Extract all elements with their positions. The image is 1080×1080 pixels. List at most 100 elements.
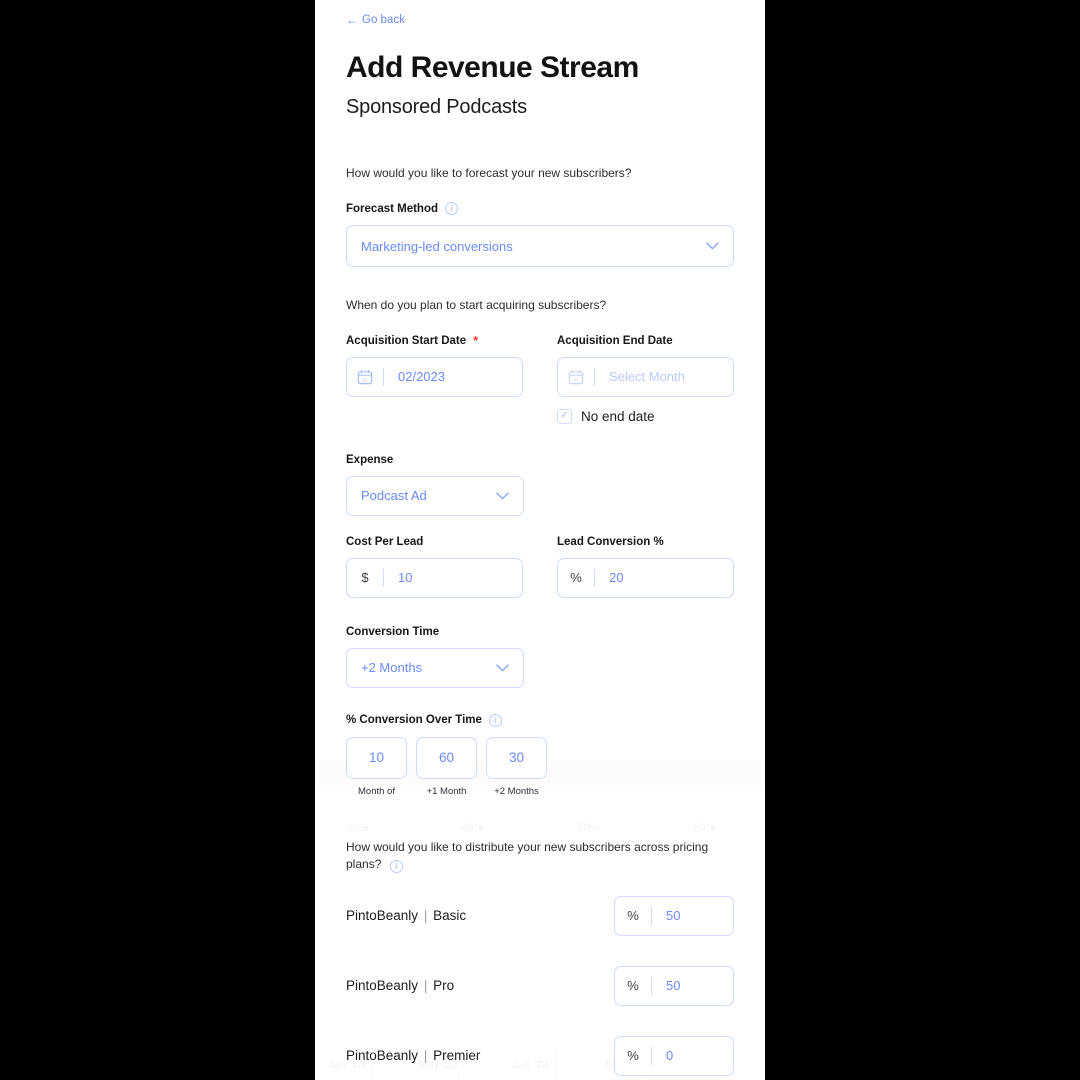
conversion-bucket: 60 +1 Month — [416, 736, 477, 797]
plan-separator: | — [423, 1048, 428, 1064]
expense-select[interactable]: Podcast Ad — [346, 475, 524, 516]
info-icon[interactable]: i — [445, 202, 459, 216]
percent-prefix: % — [570, 570, 582, 586]
conversion-over-time-label: % Conversion Over Time i — [346, 713, 734, 727]
conversion-time-label: Conversion Time — [346, 626, 734, 638]
acquisition-start-input[interactable]: 31 02/2023 — [346, 356, 523, 397]
acquisition-start-label: Acquisition Start Date * — [346, 332, 523, 348]
lead-conversion-label-text: Lead Conversion % — [557, 535, 664, 548]
plan-separator: | — [423, 978, 428, 994]
no-end-date-checkbox[interactable]: ✓ — [557, 408, 572, 424]
conversion-bucket-value: 30 — [508, 750, 525, 766]
plan-tier: Basic — [433, 908, 467, 924]
forecast-method-label: Forecast Method i — [346, 202, 734, 216]
lead-conversion-label: Lead Conversion % — [557, 536, 734, 548]
info-icon[interactable]: i — [389, 860, 403, 874]
conversion-bucket: 10 Month of — [346, 736, 407, 797]
page-subtitle: Sponsored Podcasts — [346, 96, 527, 118]
cost-conversion-row: Cost Per Lead $ 10 Lead Conversion % % 2… — [346, 536, 734, 598]
expense-label-text: Expense — [346, 453, 394, 466]
conversion-bucket-input[interactable]: 30 — [486, 736, 547, 779]
forecast-method-value: Marketing-led conversions — [361, 238, 513, 254]
calendar-icon: 31 — [558, 369, 594, 385]
plan-allocation-input[interactable]: % 50 — [614, 895, 734, 936]
plan-tier: Pro — [433, 978, 455, 994]
plan-tier: Premier — [433, 1048, 481, 1064]
cost-per-lead-label-text: Cost Per Lead — [346, 535, 424, 548]
acquisition-start-label-text: Acquisition Start Date — [346, 334, 467, 347]
expense-value: Podcast Ad — [361, 488, 427, 504]
expense-label: Expense — [346, 454, 734, 466]
acquisition-end-placeholder: Select Month — [609, 369, 685, 385]
acquisition-end-label: Acquisition End Date — [557, 335, 734, 347]
plan-allocation-input[interactable]: % 50 — [614, 965, 734, 1006]
conversion-bucket-caption: +2 Months — [494, 785, 539, 797]
svg-text:31: 31 — [362, 377, 368, 382]
plan-row: PintoBeanly | Basic % 50 — [346, 895, 734, 936]
acquisition-end-col: Acquisition End Date 31 Select Month ✓ N… — [557, 335, 734, 424]
page-title: Add Revenue Stream — [346, 51, 639, 84]
add-revenue-stream-modal: 30% 40% 50% 60% Apr '23 May '23 Jun '23 … — [315, 0, 765, 1080]
percent-prefix: % — [627, 1048, 639, 1064]
cost-per-lead-value: 10 — [398, 570, 413, 586]
plan-name: PintoBeanly | Premier — [346, 1048, 480, 1063]
cost-per-lead-col: Cost Per Lead $ 10 — [346, 536, 523, 598]
plan-allocation-input[interactable]: % 0 — [614, 1035, 734, 1076]
conversion-time-label-text: Conversion Time — [346, 625, 440, 638]
acquisition-end-label-text: Acquisition End Date — [557, 334, 673, 347]
plan-name: PintoBeanly | Basic — [346, 908, 466, 923]
no-end-date-label: No end date — [581, 408, 655, 424]
forecast-method-select[interactable]: Marketing-led conversions — [346, 225, 734, 268]
modal-content: ← Go back Add Revenue Stream Sponsored P… — [315, 0, 765, 1080]
conversion-bucket: 30 +2 Months — [486, 736, 547, 797]
required-asterisk: * — [473, 332, 479, 348]
lead-conversion-col: Lead Conversion % % 20 — [557, 536, 734, 598]
go-back-label: Go back — [362, 14, 405, 26]
acquisition-end-input[interactable]: 31 Select Month — [557, 356, 734, 397]
conversion-bucket-caption: Month of — [358, 785, 395, 797]
forecast-method-label-text: Forecast Method — [346, 202, 439, 215]
distribution-prompt: How would you like to distribute your ne… — [346, 839, 734, 874]
conversion-bucket-value: 10 — [368, 750, 385, 766]
plan-allocation-value: 50 — [666, 978, 681, 994]
plan-brand: PintoBeanly — [346, 908, 419, 924]
plan-separator: | — [423, 908, 428, 924]
currency-prefix: $ — [361, 570, 369, 586]
arrow-left-icon: ← — [346, 13, 358, 27]
cost-per-lead-input[interactable]: $ 10 — [346, 557, 523, 598]
no-end-date-checkbox-row[interactable]: ✓ No end date — [557, 408, 734, 424]
screen: 30% 40% 50% 60% Apr '23 May '23 Jun '23 … — [0, 0, 1080, 1080]
cost-per-lead-label: Cost Per Lead — [346, 536, 523, 548]
forecast-prompt: How would you like to forecast your new … — [346, 166, 632, 180]
conversion-over-time-label-text: % Conversion Over Time — [346, 714, 482, 727]
conversion-bucket-input[interactable]: 60 — [416, 736, 477, 779]
acquisition-start-col: Acquisition Start Date * 31 02/2023 — [346, 332, 523, 424]
conversion-time-select[interactable]: +2 Months — [346, 647, 524, 688]
lead-conversion-value: 20 — [609, 570, 624, 586]
plan-allocation-value: 50 — [666, 908, 681, 924]
plan-brand: PintoBeanly — [346, 978, 419, 994]
check-icon: ✓ — [560, 410, 569, 422]
chevron-down-icon — [496, 492, 509, 500]
info-icon[interactable]: i — [488, 713, 502, 727]
conversion-bucket-caption: +1 Month — [426, 785, 467, 797]
plan-row: PintoBeanly | Premier % 0 — [346, 1035, 734, 1076]
svg-text:31: 31 — [573, 377, 579, 382]
percent-prefix: % — [627, 908, 639, 924]
lead-conversion-input[interactable]: % 20 — [557, 557, 734, 598]
chevron-down-icon — [706, 242, 719, 250]
acquisition-start-value: 02/2023 — [398, 369, 445, 385]
conversion-bucket-input[interactable]: 10 — [346, 736, 407, 779]
conversion-buckets: 10 Month of 60 +1 Month 30 +2 Months — [346, 736, 734, 797]
plan-brand: PintoBeanly — [346, 1048, 419, 1064]
calendar-icon: 31 — [347, 369, 383, 385]
plan-row: PintoBeanly | Pro % 50 — [346, 965, 734, 1006]
plan-allocation-value: 0 — [666, 1048, 674, 1064]
go-back-link[interactable]: ← Go back — [346, 14, 405, 26]
conversion-bucket-value: 60 — [438, 750, 455, 766]
percent-prefix: % — [627, 978, 639, 994]
chevron-down-icon — [496, 664, 509, 672]
plan-name: PintoBeanly | Pro — [346, 978, 454, 993]
acquisition-date-row: Acquisition Start Date * 31 02/2023 Acqu… — [346, 332, 734, 424]
conversion-time-value: +2 Months — [361, 660, 423, 676]
